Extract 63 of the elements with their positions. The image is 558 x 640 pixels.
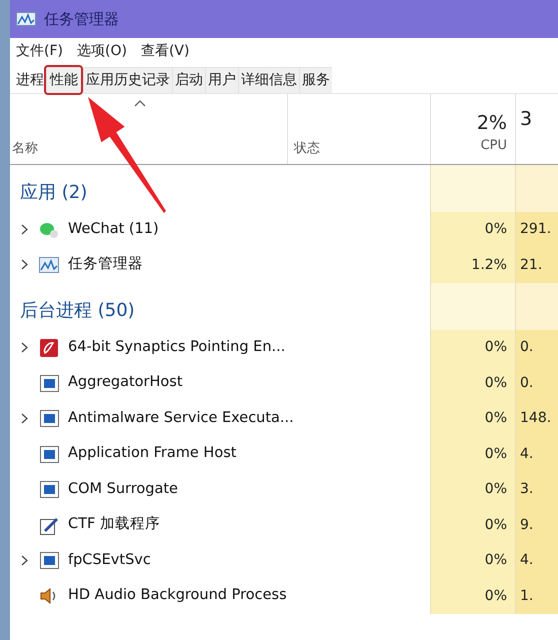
expand-chevron-icon[interactable]: [20, 412, 28, 424]
cpu-usage: 2%: [476, 112, 507, 136]
table-cell: 0%: [430, 508, 515, 543]
process-name: CTF 加载程序: [68, 515, 160, 534]
app-window-icon: [40, 552, 58, 570]
tab[interactable]: 详细信息: [238, 67, 299, 93]
table-cell: 0.: [515, 366, 558, 401]
tab[interactable]: 应用历史记录: [83, 67, 172, 93]
column-header[interactable]: CPU: [480, 136, 507, 156]
table-cell: 291.: [515, 212, 558, 248]
group-heading: 后台进程 (50): [20, 299, 135, 323]
process-name: WeChat (11): [68, 220, 159, 239]
column-header[interactable]: 状态: [294, 138, 320, 158]
table-cell: 21.: [515, 248, 558, 283]
table-cell: 0%: [430, 401, 515, 436]
process-name: HD Audio Background Process: [68, 586, 287, 606]
tab[interactable]: 性能: [46, 67, 81, 93]
expand-chevron-icon[interactable]: [20, 224, 28, 235]
app-window-icon: [40, 410, 58, 428]
group-heading: 应用 (2): [20, 181, 88, 205]
expand-chevron-icon[interactable]: [20, 342, 28, 353]
process-name: fpCSEvtSvc: [68, 550, 151, 570]
chat-bubble-icon: [39, 220, 59, 239]
menu-item[interactable]: 查看(V): [140, 40, 190, 62]
table-cell: 0%: [430, 578, 515, 614]
window-title: 任务管理器: [44, 8, 119, 30]
table-cell: 4.: [515, 543, 558, 578]
process-name: AggregatorHost: [68, 373, 183, 392]
expand-chevron-icon[interactable]: [20, 554, 28, 566]
expand-chevron-icon[interactable]: [20, 259, 28, 270]
sort-caret-icon: [134, 100, 146, 107]
table-cell: 0%: [430, 212, 515, 248]
app-window-icon: [40, 446, 58, 463]
table-cell: 0.: [515, 330, 558, 366]
touchpad-logo-icon: [40, 338, 58, 357]
tab[interactable]: 服务: [299, 67, 332, 93]
table-cell: 9.: [515, 508, 558, 543]
tab[interactable]: 启动: [172, 67, 205, 93]
menu-item[interactable]: 文件(F): [16, 40, 63, 62]
chart-window-icon: [16, 12, 36, 26]
pen-document-icon: [40, 516, 58, 535]
table-cell: 1.: [515, 578, 558, 614]
table-cell: 0%: [430, 543, 515, 578]
table-cell: 1.2%: [430, 248, 515, 283]
app-window-icon: [40, 481, 58, 498]
process-name: 任务管理器: [68, 255, 143, 274]
process-name: COM Surrogate: [68, 480, 178, 499]
process-name: Application Frame Host: [68, 444, 236, 464]
tab[interactable]: 用户: [205, 67, 238, 93]
table-cell: 0%: [430, 472, 515, 508]
table-cell: 0%: [430, 366, 515, 401]
table-cell: 3.: [515, 472, 558, 508]
table-cell: 0%: [430, 436, 515, 472]
app-window-icon: [40, 374, 58, 392]
chart-window-icon: [39, 257, 59, 274]
menu-item[interactable]: 选项(O): [76, 40, 127, 62]
column-header[interactable]: 名称: [12, 138, 287, 158]
process-name: Antimalware Service Executa...: [68, 408, 294, 428]
process-name: 64-bit Synaptics Pointing En...: [68, 338, 286, 357]
table-cell: 148.: [515, 401, 558, 436]
table-cell: 0%: [430, 330, 515, 366]
table-cell: 4.: [515, 436, 558, 472]
memory-usage: 3: [520, 108, 534, 132]
